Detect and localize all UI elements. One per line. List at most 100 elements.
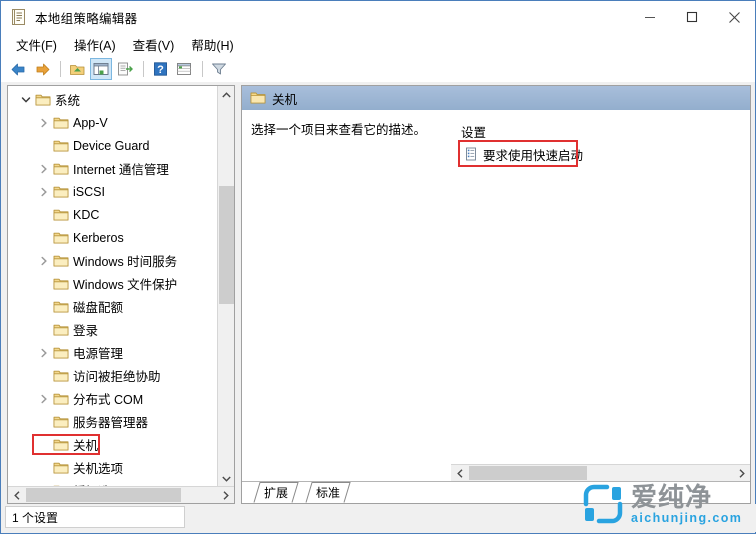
chevron-placeholder bbox=[36, 203, 52, 226]
tree-hscroll-thumb[interactable] bbox=[26, 488, 181, 502]
tree-item-label: 关机 bbox=[73, 439, 99, 453]
chevron-right-icon[interactable] bbox=[36, 341, 52, 364]
tree-item-15[interactable]: 服务器管理器 bbox=[8, 410, 218, 433]
forward-arrow-icon[interactable] bbox=[31, 58, 53, 80]
chevron-placeholder bbox=[36, 226, 52, 249]
policy-setting-icon bbox=[464, 147, 478, 161]
tab-extended-label: 扩展 bbox=[263, 486, 288, 500]
folder-icon bbox=[52, 387, 70, 410]
folder-icon bbox=[52, 341, 70, 364]
folder-icon bbox=[52, 364, 70, 387]
tree-item-label: App-V bbox=[73, 115, 108, 130]
tree-item-17[interactable]: 关机选项 bbox=[8, 456, 218, 479]
tree-item-7[interactable]: Kerberos bbox=[8, 226, 218, 249]
menu-action[interactable]: 操作(A) bbox=[66, 33, 125, 56]
app-root: 本地组策略编辑器 文件(F) 操作(A) 查看(V) 帮助(H) ? 系统 Ap… bbox=[0, 0, 756, 534]
maximize-button[interactable] bbox=[671, 1, 713, 33]
export-list-icon[interactable] bbox=[114, 58, 136, 80]
policy-document-icon bbox=[9, 7, 29, 27]
tree-item-3[interactable]: Device Guard bbox=[8, 134, 218, 157]
tree-item-1[interactable]: 系统 bbox=[8, 88, 218, 111]
tree-item-16[interactable]: 关机 bbox=[8, 433, 218, 456]
minimize-button[interactable] bbox=[629, 1, 671, 33]
tree-item-label: KDC bbox=[73, 207, 100, 222]
scroll-down-icon[interactable] bbox=[218, 470, 234, 487]
watermark-en: aichunjing.com bbox=[631, 510, 743, 525]
tree-scroll-thumb[interactable] bbox=[219, 186, 234, 304]
tree-item-label: 磁盘配额 bbox=[73, 301, 124, 315]
menu-file[interactable]: 文件(F) bbox=[8, 33, 66, 56]
settings-column-header: 设置 bbox=[461, 126, 487, 140]
tree-item-2[interactable]: App-V bbox=[8, 111, 218, 134]
tree-item-8[interactable]: Windows 时间服务 bbox=[8, 249, 218, 272]
tree-item-label: 服务器管理器 bbox=[73, 416, 149, 430]
detail-header: 关机 bbox=[242, 86, 750, 110]
tree-item-9[interactable]: Windows 文件保护 bbox=[8, 272, 218, 295]
tree-horizontal-scrollbar[interactable] bbox=[8, 486, 234, 503]
tree-item-5[interactable]: iSCSI bbox=[8, 180, 218, 203]
tree-item-label: 登录 bbox=[73, 324, 99, 338]
menu-view[interactable]: 查看(V) bbox=[125, 33, 184, 56]
status-text: 1 个设置 bbox=[5, 506, 185, 528]
folder-icon bbox=[52, 295, 70, 318]
tree-item-label: Windows 时间服务 bbox=[73, 255, 178, 269]
content-area: 系统 App-V Device Guard Internet 通信管理 iSCSI KDC… bbox=[7, 85, 751, 504]
folder-icon bbox=[52, 272, 70, 295]
chevron-right-icon[interactable] bbox=[36, 249, 52, 272]
chevron-right-icon[interactable] bbox=[36, 387, 52, 410]
chevron-placeholder bbox=[36, 364, 52, 387]
chevron-right-icon[interactable] bbox=[36, 157, 52, 180]
tree-item-12[interactable]: 电源管理 bbox=[8, 341, 218, 364]
menu-help[interactable]: 帮助(H) bbox=[183, 33, 242, 56]
menu-bar: 文件(F) 操作(A) 查看(V) 帮助(H) bbox=[1, 33, 755, 56]
scroll-left-icon[interactable] bbox=[8, 487, 25, 503]
folder-icon bbox=[34, 88, 52, 111]
chevron-placeholder bbox=[36, 318, 52, 341]
tree-item-13[interactable]: 访问被拒绝协助 bbox=[8, 364, 218, 387]
tree-item-6[interactable]: KDC bbox=[8, 203, 218, 226]
watermark: 爱纯净 aichunjing.com bbox=[581, 479, 747, 529]
detail-hscroll-thumb[interactable] bbox=[469, 466, 587, 480]
scroll-left-icon[interactable] bbox=[451, 465, 468, 481]
tree-item-label: Kerberos bbox=[73, 230, 124, 245]
show-hide-console-tree-icon[interactable] bbox=[90, 58, 112, 80]
tree-item-18[interactable]: 缓解选项 bbox=[8, 479, 218, 486]
close-button[interactable] bbox=[713, 1, 755, 33]
policy-list-item[interactable]: 要求使用快速启动 bbox=[461, 143, 587, 165]
folder-icon bbox=[52, 410, 70, 433]
chevron-right-icon[interactable] bbox=[36, 111, 52, 134]
tree-item-label: 关机选项 bbox=[73, 462, 124, 476]
console-tree-pane: 系统 App-V Device Guard Internet 通信管理 iSCSI KDC… bbox=[7, 85, 235, 504]
tree-item-label: 访问被拒绝协助 bbox=[73, 370, 161, 384]
tree-item-10[interactable]: 磁盘配额 bbox=[8, 295, 218, 318]
tree-item-14[interactable]: 分布式 COM bbox=[8, 387, 218, 410]
back-arrow-icon[interactable] bbox=[7, 58, 29, 80]
up-folder-icon[interactable] bbox=[66, 58, 88, 80]
tree-item-11[interactable]: 登录 bbox=[8, 318, 218, 341]
folder-icon bbox=[52, 318, 70, 341]
chevron-placeholder bbox=[36, 456, 52, 479]
tab-standard[interactable]: 标准 bbox=[300, 482, 356, 503]
folder-icon bbox=[52, 157, 70, 180]
view-list-icon[interactable] bbox=[173, 58, 195, 80]
settings-list-panel: 设置 要求使用快速启动 bbox=[451, 110, 750, 459]
tree-vertical-scrollbar[interactable] bbox=[217, 86, 234, 487]
help-icon[interactable]: ? bbox=[149, 58, 171, 80]
folder-icon bbox=[52, 180, 70, 203]
folder-icon bbox=[52, 249, 70, 272]
folder-icon bbox=[52, 111, 70, 134]
folder-icon bbox=[52, 134, 70, 157]
tab-extended[interactable]: 扩展 bbox=[248, 482, 304, 503]
chevron-down-icon[interactable] bbox=[18, 88, 34, 111]
filter-icon[interactable] bbox=[208, 58, 230, 80]
detail-header-title: 关机 bbox=[272, 92, 298, 107]
svg-text:?: ? bbox=[157, 64, 164, 76]
tree-item-4[interactable]: Internet 通信管理 bbox=[8, 157, 218, 180]
scroll-up-icon[interactable] bbox=[218, 86, 234, 103]
folder-icon bbox=[250, 90, 266, 106]
scroll-right-icon[interactable] bbox=[217, 487, 234, 503]
chevron-placeholder bbox=[36, 433, 52, 456]
toolbar: ? bbox=[1, 56, 755, 82]
title-bar: 本地组策略编辑器 bbox=[1, 1, 755, 33]
chevron-right-icon[interactable] bbox=[36, 180, 52, 203]
